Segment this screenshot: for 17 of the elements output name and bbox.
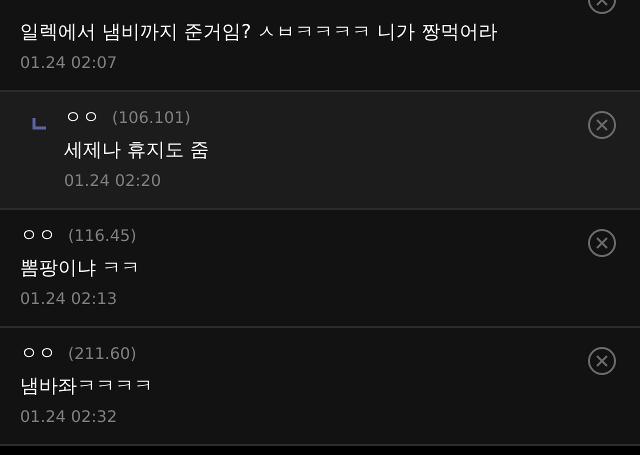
close-icon[interactable]	[587, 228, 617, 258]
comment-text: 일렉에서 냄비까지 준거임? ㅅㅂㅋㅋㅋㅋ 니가 짱먹어라	[20, 20, 498, 45]
close-icon[interactable]	[587, 346, 617, 376]
comment-text: 세제나 휴지도 줌	[64, 138, 210, 163]
comment-text: 냄바좌ㅋㅋㅋㅋ	[20, 374, 154, 399]
author-name: ㅇㅇ	[20, 224, 56, 248]
author-name: ㅇㅇ	[64, 106, 100, 130]
close-icon[interactable]	[587, 110, 617, 140]
comment-time: 01.24 02:07	[20, 52, 118, 74]
author-name: ㅇㅇ	[20, 342, 56, 366]
ip-address: (116.45)	[68, 225, 136, 247]
comment-time: 01.24 02:20	[64, 170, 162, 192]
comment-time: 01.24 02:13	[20, 288, 118, 310]
comment-time: 01.24 02:32	[20, 406, 118, 428]
ip-address: (106.101)	[112, 107, 191, 129]
comment-text: 뽐팡이냐 ㅋㅋ	[20, 256, 142, 281]
ip-address: (211.60)	[68, 343, 136, 365]
